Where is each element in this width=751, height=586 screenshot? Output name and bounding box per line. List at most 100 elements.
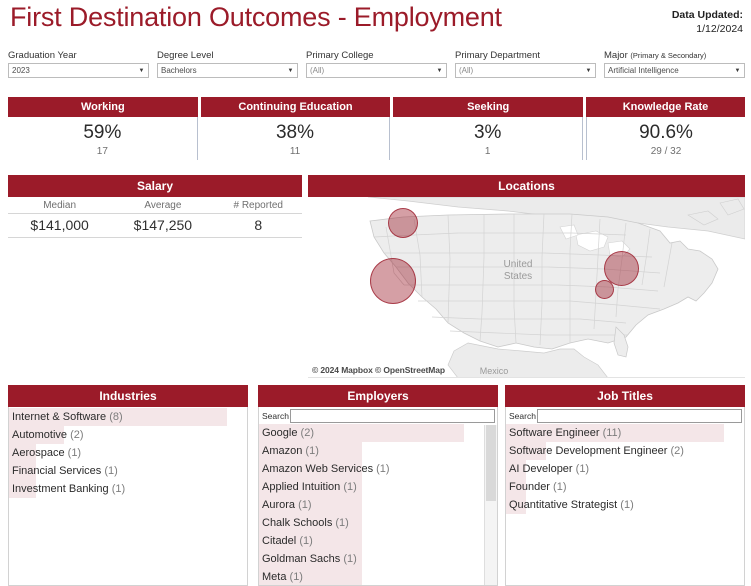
list-item-count: (1): [299, 535, 313, 547]
list-item-count: (1): [575, 463, 590, 475]
list-item[interactable]: Financial Services (1): [9, 462, 247, 480]
list-item[interactable]: Founder (1): [506, 478, 744, 496]
dashboard-header: First Destination Outcomes - Employment …: [0, 0, 751, 46]
salary-header-row: Median Average # Reported: [8, 197, 302, 214]
table-row: $141,000 $147,250 8: [8, 213, 302, 238]
industries-panel-title: Industries: [8, 385, 248, 407]
kpi-working-count: 17: [96, 146, 108, 157]
list-item[interactable]: Aerospace (1): [9, 444, 247, 462]
map-canvas[interactable]: United States Mexico © 2024 Mapbox © Ope…: [308, 197, 745, 378]
chevron-down-icon[interactable]: ▼: [731, 68, 744, 74]
list-item-label: Amazon (1): [262, 445, 319, 457]
filter-label-4: Major (Primary & Secondary): [604, 50, 707, 61]
list-item-label: Chalk Schools (1): [262, 517, 349, 529]
kpi-row: Working 59% 17 Continuing Education 38% 11 See…: [8, 97, 746, 169]
list-item[interactable]: Automotive (2): [9, 426, 247, 444]
kpi-seeking-value: 3%: [473, 122, 502, 143]
list-item-count: (1): [104, 465, 118, 477]
chevron-down-icon[interactable]: ▼: [582, 68, 595, 74]
list-item-count: (1): [111, 483, 126, 495]
job-titles-search-input[interactable]: [536, 408, 742, 423]
list-item-label: Internet & Software (8): [12, 411, 123, 423]
salary-panel: Salary Median Average # Reported $141,00…: [8, 175, 302, 238]
filter-dropdown-4[interactable]: Artificial Intelligence ▼: [604, 63, 745, 78]
industries-panel: Industries Internet & Software (8) Automo…: [8, 385, 248, 586]
list-item[interactable]: Software Engineer (11): [506, 424, 744, 442]
list-item-label: Automotive (2): [12, 429, 84, 441]
employers-search-input[interactable]: [289, 408, 495, 423]
map-bubble-bay-area[interactable]: [370, 258, 416, 304]
salary-reported-value: 8: [214, 213, 302, 238]
list-item-count: (1): [343, 553, 357, 565]
employers-scroll-thumb[interactable]: [486, 425, 496, 501]
data-updated-label: Data Updated:: [671, 9, 743, 21]
list-item[interactable]: Citadel (1): [259, 532, 497, 550]
list-item-count: (1): [553, 481, 567, 493]
list-item-label: Software Development Engineer (2): [509, 445, 684, 457]
filter-label-1: Degree Level: [157, 50, 214, 61]
filter-label-0: Graduation Year: [8, 50, 77, 61]
filter-0: Graduation Year 2023 ▼: [8, 50, 149, 88]
chevron-down-icon[interactable]: ▼: [284, 68, 297, 74]
filter-value-3: (All): [459, 66, 474, 75]
employers-scrollbar[interactable]: [484, 425, 497, 585]
kpi-seeking-count: 1: [484, 146, 491, 157]
kpi-knowledge-rate-title: Knowledge Rate: [586, 97, 746, 117]
list-item-label: Google (2): [262, 427, 314, 439]
list-item[interactable]: Amazon (1): [259, 442, 497, 460]
salary-col-reported: # Reported: [214, 197, 302, 214]
locations-panel-title: Locations: [308, 175, 745, 197]
job-titles-panel: Job Titles Search Software Engineer (11)…: [505, 385, 745, 586]
list-item-label: Applied Intuition (1): [262, 481, 357, 493]
list-item-count: (2): [300, 427, 314, 439]
salary-col-average: Average: [111, 197, 215, 214]
employers-list: Google (2) Amazon (1) Amazon Web Services …: [259, 424, 497, 585]
list-item[interactable]: Aurora (1): [259, 496, 497, 514]
salary-panel-title: Salary: [8, 175, 302, 197]
list-item-label: Aerospace (1): [12, 447, 82, 459]
list-item[interactable]: Internet & Software (8): [9, 408, 247, 426]
filter-bar: Graduation Year 2023 ▼ Degree Level Bachelor…: [8, 50, 745, 88]
list-item[interactable]: Applied Intuition (1): [259, 478, 497, 496]
dashboard-root: First Destination Outcomes - Employment …: [0, 0, 751, 586]
list-item-count: (2): [670, 445, 684, 457]
kpi-knowledge-rate-value: 90.6%: [639, 122, 693, 143]
filter-dropdown-3[interactable]: (All) ▼: [455, 63, 596, 78]
list-item[interactable]: AI Developer (1): [506, 460, 744, 478]
employers-panel: Employers Search Google (2) Amazon (1) Ama…: [258, 385, 498, 586]
kpi-knowledge-rate-body: 90.6% 29 / 32: [586, 117, 745, 160]
list-item[interactable]: Quantitative Strategist (1): [506, 496, 744, 514]
list-item[interactable]: Google (2): [259, 424, 497, 442]
list-item[interactable]: Chalk Schools (1): [259, 514, 497, 532]
kpi-continuing-education: Continuing Education 38% 11: [200, 97, 391, 169]
list-item[interactable]: Meta (1): [259, 568, 497, 585]
list-item-count: (8): [109, 411, 123, 423]
list-item-count: (1): [376, 463, 390, 475]
list-item[interactable]: Goldman Sachs (1): [259, 550, 497, 568]
salary-col-median: Median: [8, 197, 112, 214]
filter-dropdown-1[interactable]: Bachelors ▼: [157, 63, 298, 78]
job-titles-list: Software Engineer (11) Software Developme…: [506, 424, 744, 514]
map-bubble-seattle[interactable]: [388, 208, 418, 238]
list-item[interactable]: Software Development Engineer (2): [506, 442, 744, 460]
filter-dropdown-0[interactable]: 2023 ▼: [8, 63, 149, 78]
employers-search-row: Search: [259, 407, 497, 424]
list-item-count: (1): [343, 481, 357, 493]
filter-dropdown-2[interactable]: (All) ▼: [306, 63, 447, 78]
map-bubble-washington-dc[interactable]: [594, 279, 614, 299]
data-updated-date: 1/12/2024: [696, 23, 743, 36]
list-item-count: (1): [67, 447, 82, 459]
kpi-working-title: Working: [8, 97, 198, 117]
list-item[interactable]: Amazon Web Services (1): [259, 460, 497, 478]
chevron-down-icon[interactable]: ▼: [135, 68, 148, 74]
kpi-knowledge-rate-count: 29 / 32: [650, 146, 682, 157]
chevron-down-icon[interactable]: ▼: [433, 68, 446, 74]
kpi-seeking: Seeking 3% 1: [393, 97, 584, 169]
list-item-label: Software Engineer (11): [509, 427, 622, 439]
list-item-label: AI Developer (1): [509, 463, 590, 475]
list-item-label: Goldman Sachs (1): [262, 553, 357, 565]
kpi-seeking-body: 3% 1: [393, 117, 584, 160]
filter-label-2: Primary College: [306, 50, 374, 61]
list-item[interactable]: Investment Banking (1): [9, 480, 247, 498]
employers-search-label: Search: [262, 410, 289, 421]
